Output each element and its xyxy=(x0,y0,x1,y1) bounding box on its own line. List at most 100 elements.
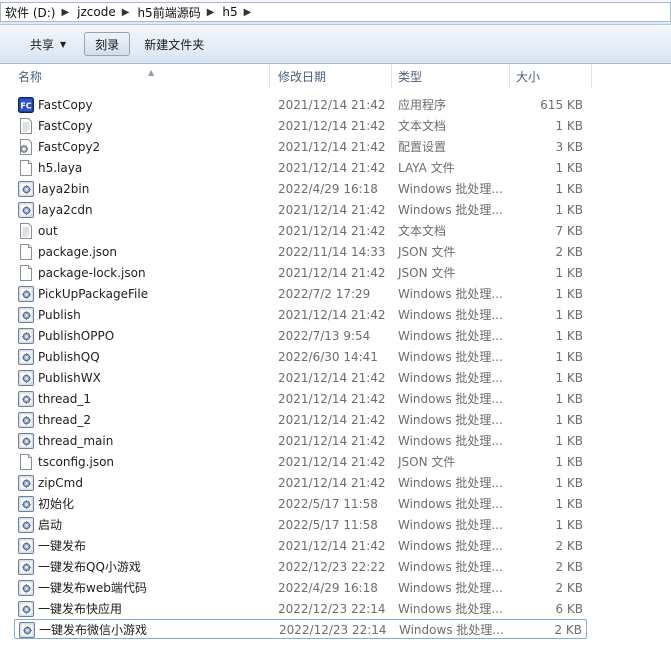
chevron-right-icon[interactable]: ▶ xyxy=(57,7,73,18)
file-size: 2 KB xyxy=(555,539,583,553)
file-row[interactable]: PickUpPackageFile 2022/7/2 17:29 Windows 批… xyxy=(14,284,587,304)
breadcrumb-item-h5[interactable]: h5 xyxy=(218,5,239,19)
file-row[interactable]: h5.laya 2021/12/14 21:42 LAYA 文件 1 KB xyxy=(14,158,587,178)
breadcrumb-item-drive[interactable]: 软件 (D:) xyxy=(1,4,57,21)
file-size: 1 KB xyxy=(555,476,583,490)
file-row[interactable]: FastCopy 2021/12/14 21:42 文本文档 1 KB xyxy=(14,116,587,136)
file-modified-date: 2021/12/14 21:42 xyxy=(278,140,386,154)
file-row[interactable]: 一键发布QQ小游戏 2022/12/23 22:22 Windows 批处理... 2… xyxy=(14,557,587,577)
file-row[interactable]: PublishWX 2021/12/14 21:42 Windows 批处理... 1… xyxy=(14,368,587,388)
column-header-name[interactable]: 名称 ▲ xyxy=(12,64,270,88)
file-name: PublishOPPO xyxy=(38,329,115,343)
file-row[interactable]: thread_main 2021/12/14 21:42 Windows 批处理..… xyxy=(14,431,587,451)
file-type: 文本文档 xyxy=(398,119,447,133)
file-row[interactable]: zipCmd 2021/12/14 21:42 Windows 批处理... 1 KB xyxy=(14,473,587,493)
file-row[interactable]: out 2021/12/14 21:42 文本文档 7 KB xyxy=(14,221,587,241)
svg-text:FC: FC xyxy=(20,102,31,111)
file-size: 1 KB xyxy=(555,392,583,406)
batch-icon xyxy=(18,580,34,596)
burn-button[interactable]: 刻录 xyxy=(84,32,131,56)
file-modified-date: 2022/6/30 14:41 xyxy=(278,350,378,364)
file-row[interactable]: laya2bin 2022/4/29 16:18 Windows 批处理... 1 K… xyxy=(14,179,587,199)
file-row[interactable]: FastCopy2 2021/12/14 21:42 配置设置 3 KB xyxy=(14,137,587,157)
file-row[interactable]: thread_2 2021/12/14 21:42 Windows 批处理... 1 … xyxy=(14,410,587,430)
file-type: Windows 批处理... xyxy=(398,602,503,616)
config-icon xyxy=(18,139,34,155)
breadcrumb[interactable]: 软件 (D:) ▶ jzcode ▶ h5前端源码 ▶ h5 ▶ xyxy=(0,2,671,22)
file-row[interactable]: package-lock.json 2021/12/14 21:42 JSON 文件… xyxy=(14,263,587,283)
explorer-window: 软件 (D:) ▶ jzcode ▶ h5前端源码 ▶ h5 ▶ 共享 ▼ 刻录… xyxy=(0,0,671,647)
batch-icon xyxy=(18,538,34,554)
file-modified-date: 2022/11/14 14:33 xyxy=(278,245,386,259)
file-row[interactable]: 初始化 2022/5/17 11:58 Windows 批处理... 1 KB xyxy=(14,494,587,514)
file-modified-date: 2022/7/13 9:54 xyxy=(278,329,371,343)
file-modified-date: 2022/5/17 11:58 xyxy=(278,497,378,511)
file-modified-date: 2021/12/14 21:42 xyxy=(278,266,386,280)
file-row[interactable]: PublishOPPO 2022/7/13 9:54 Windows 批处理... 1… xyxy=(14,326,587,346)
burn-button-label: 刻录 xyxy=(95,37,120,52)
batch-icon xyxy=(18,349,34,365)
sort-ascending-icon: ▲ xyxy=(148,68,155,77)
file-size: 1 KB xyxy=(555,497,583,511)
file-size: 3 KB xyxy=(555,140,583,154)
file-size: 1 KB xyxy=(555,455,583,469)
file-modified-date: 2021/12/14 21:42 xyxy=(278,119,386,133)
column-date-label: 修改日期 xyxy=(278,70,327,84)
file-row[interactable]: FC FastCopy 2021/12/14 21:42 应用程序 615 KB xyxy=(14,95,587,115)
share-button[interactable]: 共享 ▼ xyxy=(22,32,74,56)
file-row[interactable]: tsconfig.json 2021/12/14 21:42 JSON 文件 1 KB xyxy=(14,452,587,472)
new-folder-button[interactable]: 新建文件夹 xyxy=(136,32,212,56)
file-row[interactable]: 启动 2022/5/17 11:58 Windows 批处理... 1 KB xyxy=(14,515,587,535)
file-type: Windows 批处理... xyxy=(398,476,503,490)
column-header-size[interactable]: 大小 xyxy=(510,64,592,88)
file-size: 2 KB xyxy=(554,623,582,637)
breadcrumb-item-jzcode[interactable]: jzcode xyxy=(73,5,118,19)
batch-icon xyxy=(18,517,34,533)
chevron-right-icon[interactable]: ▶ xyxy=(118,7,134,18)
file-row[interactable]: package.json 2022/11/14 14:33 JSON 文件 2 KB xyxy=(14,242,587,262)
file-name: package-lock.json xyxy=(38,266,146,280)
file-name: tsconfig.json xyxy=(38,455,115,469)
file-type: JSON 文件 xyxy=(398,266,456,280)
file-size: 6 KB xyxy=(555,602,583,616)
file-size: 1 KB xyxy=(555,518,583,532)
file-type: Windows 批处理... xyxy=(398,518,503,532)
file-row[interactable]: laya2cdn 2021/12/14 21:42 Windows 批处理... 1 … xyxy=(14,200,587,220)
text-doc-icon xyxy=(18,223,34,239)
batch-icon xyxy=(18,181,34,197)
file-type: Windows 批处理... xyxy=(398,434,503,448)
file-name: thread_main xyxy=(38,434,114,448)
batch-icon xyxy=(18,307,34,323)
file-name: h5.laya xyxy=(38,161,83,175)
file-row[interactable]: 一键发布快应用 2022/12/23 22:14 Windows 批处理... 6 K… xyxy=(14,599,587,619)
file-name: 初始化 xyxy=(38,497,75,511)
batch-icon xyxy=(18,475,34,491)
file-row[interactable]: 一键发布 2021/12/14 21:42 Windows 批处理... 2 KB xyxy=(14,536,587,556)
column-header-type[interactable]: 类型 xyxy=(392,64,510,88)
file-size: 2 KB xyxy=(555,245,583,259)
file-row[interactable]: PublishQQ 2022/6/30 14:41 Windows 批处理... 1 … xyxy=(14,347,587,367)
file-type: Windows 批处理... xyxy=(398,182,503,196)
file-modified-date: 2022/5/17 11:58 xyxy=(278,518,378,532)
chevron-right-icon[interactable]: ▶ xyxy=(203,7,219,18)
breadcrumb-item-h5-source[interactable]: h5前端源码 xyxy=(133,4,202,21)
file-modified-date: 2021/12/14 21:42 xyxy=(278,539,386,553)
file-row[interactable]: 一键发布微信小游戏 2022/12/23 22:14 Windows 批处理... 2… xyxy=(14,619,587,639)
file-size: 1 KB xyxy=(555,413,583,427)
app-icon: FC xyxy=(18,97,34,113)
column-header-date[interactable]: 修改日期 xyxy=(272,64,392,88)
text-doc-icon xyxy=(18,118,34,134)
address-bar: 软件 (D:) ▶ jzcode ▶ h5前端源码 ▶ h5 ▶ xyxy=(0,0,671,25)
file-row[interactable]: 一键发布web端代码 2022/4/29 16:18 Windows 批处理... 2… xyxy=(14,578,587,598)
file-row[interactable]: thread_1 2021/12/14 21:42 Windows 批处理... 1 … xyxy=(14,389,587,409)
file-size: 1 KB xyxy=(555,182,583,196)
batch-icon xyxy=(19,622,35,638)
file-name: FastCopy xyxy=(38,119,93,133)
share-button-label: 共享 xyxy=(30,37,55,52)
file-name: PublishQQ xyxy=(38,350,100,364)
chevron-right-icon[interactable]: ▶ xyxy=(240,7,256,18)
file-row[interactable]: Publish 2021/12/14 21:42 Windows 批处理... 1 K… xyxy=(14,305,587,325)
file-name: 一键发布web端代码 xyxy=(38,581,147,595)
file-icon xyxy=(18,265,34,281)
file-name: PickUpPackageFile xyxy=(38,287,149,301)
